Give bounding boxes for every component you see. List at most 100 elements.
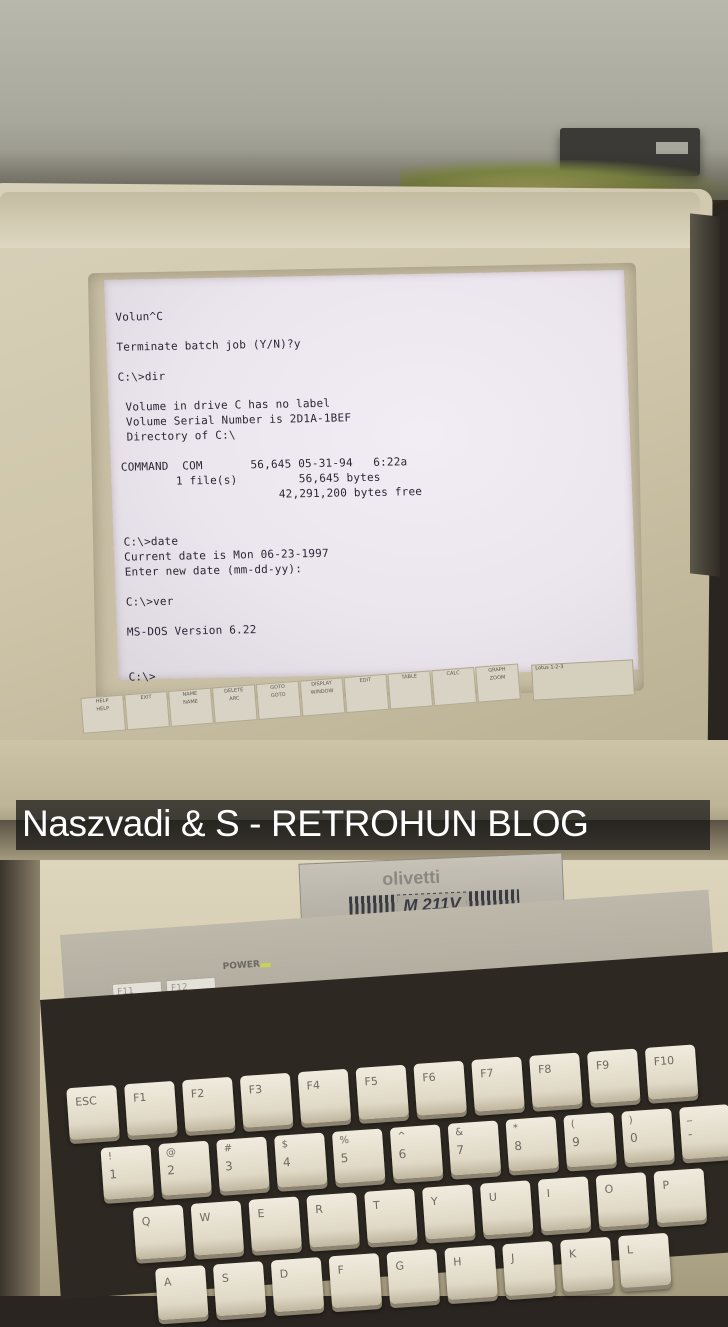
letter-key[interactable]: Y <box>422 1184 476 1240</box>
number-key[interactable]: ! 1 <box>100 1144 154 1201</box>
key-label: 9 <box>571 1134 581 1150</box>
key-label: 8 <box>513 1138 523 1154</box>
template-key-bottom-label: TABLE <box>401 673 418 681</box>
key-label: 6 <box>398 1146 407 1162</box>
template-key: TABLE <box>387 670 434 710</box>
key-label: E <box>256 1206 265 1221</box>
key-label: F <box>337 1263 345 1277</box>
key-shift-label: ! <box>107 1151 113 1163</box>
key-shift-label: & <box>454 1126 464 1139</box>
key-label: F7 <box>479 1066 494 1081</box>
number-key[interactable]: $4 <box>274 1132 328 1188</box>
letter-key[interactable]: F <box>328 1253 383 1309</box>
key-label: K <box>568 1247 577 1261</box>
number-key[interactable]: ^ 6 <box>389 1124 444 1180</box>
key-label: F6 <box>421 1070 437 1085</box>
letter-key[interactable]: H <box>444 1244 498 1301</box>
letter-key[interactable]: L <box>617 1232 672 1289</box>
key-label: 3 <box>224 1158 234 1174</box>
key-label: W <box>199 1210 211 1225</box>
key-label: F5 <box>364 1074 379 1089</box>
template-key-bottom-label: ARC <box>229 695 240 703</box>
key-6[interactable]: F6 <box>413 1060 467 1116</box>
number-key[interactable]: ) 0 <box>621 1108 675 1164</box>
keyboard: ESC F1 F2 F3 F4 F5 F6 F7 F8 F9 F10! 1 @2 #3 $4% 5 ^ 6 & 7 * 8… <box>40 951 728 1321</box>
template-key-bottom-label: NAME <box>182 698 199 706</box>
letter-key[interactable]: R <box>306 1192 360 1248</box>
number-key[interactable]: _ - <box>679 1104 728 1160</box>
key-label: F1 <box>132 1090 147 1105</box>
key-label: 7 <box>456 1142 465 1158</box>
letter-key[interactable]: Q <box>132 1204 187 1260</box>
key-shift-label: $ <box>281 1139 289 1151</box>
template-key: DISPLAY WINDOW <box>299 677 346 717</box>
key-shift-label: ( <box>570 1119 576 1131</box>
template-key-bottom-label: CALC <box>446 670 460 678</box>
letter-key[interactable]: K <box>560 1236 614 1293</box>
key-shift-label: ) <box>628 1114 634 1127</box>
letter-key[interactable]: G <box>386 1248 440 1305</box>
key-label: H <box>452 1255 463 1269</box>
base-left-edge <box>0 860 40 1296</box>
caption-text: Naszvadi & S - RETROHUN BLOG <box>22 803 589 844</box>
template-key: DELETE ARC <box>211 684 258 724</box>
key-label: 4 <box>282 1154 292 1170</box>
key-7[interactable]: F7 <box>471 1056 525 1112</box>
key-label: U <box>488 1190 498 1205</box>
lcd-screen: Volun^C Terminate batch job (Y/N)?y C:\>di… <box>104 270 639 684</box>
template-key-bottom-label: GOTO <box>270 691 286 699</box>
key-5[interactable]: F5 <box>355 1064 410 1121</box>
key-label: 2 <box>166 1163 176 1178</box>
power-led-icon <box>260 962 271 968</box>
template-key: HELP HELP <box>80 694 127 734</box>
letter-key[interactable]: W <box>190 1200 245 1256</box>
key-3[interactable]: F3 <box>239 1072 294 1129</box>
key-label: F10 <box>653 1053 675 1069</box>
power-label: POWER <box>222 959 261 973</box>
key-8[interactable]: F8 <box>529 1052 583 1108</box>
letter-key[interactable]: D <box>270 1257 325 1313</box>
number-key[interactable]: * 8 <box>505 1116 559 1172</box>
letter-key[interactable]: I <box>537 1176 592 1232</box>
laptop-lid-top-edge <box>0 192 700 248</box>
key-label: 1 <box>108 1167 118 1182</box>
key-4[interactable]: F4 <box>297 1068 352 1125</box>
letter-key[interactable]: A <box>155 1265 209 1321</box>
key-label: P <box>662 1178 670 1193</box>
template-key: EXIT <box>124 691 170 731</box>
number-key[interactable]: @2 <box>158 1140 212 1196</box>
key-label: ESC <box>74 1094 98 1109</box>
letter-key[interactable]: S <box>212 1261 267 1317</box>
template-key-bottom-label: EDIT <box>359 677 372 684</box>
key-label: I <box>546 1186 551 1201</box>
key-9[interactable]: F9 <box>586 1048 641 1104</box>
key-shift-label: % <box>339 1134 350 1147</box>
key-label: L <box>626 1243 634 1257</box>
letter-key[interactable]: U <box>479 1180 534 1236</box>
key-1[interactable]: F1 <box>124 1080 178 1137</box>
number-key[interactable]: #3 <box>216 1136 270 1192</box>
template-key-bottom-label: EXIT <box>140 694 152 702</box>
letter-key[interactable]: O <box>595 1172 650 1228</box>
key-10[interactable]: F10 <box>644 1044 699 1100</box>
letter-key[interactable]: P <box>653 1168 707 1224</box>
template-key-bottom-label: ZOOM <box>489 674 506 682</box>
letter-key[interactable]: T <box>364 1188 418 1244</box>
key-label: Q <box>141 1214 151 1229</box>
key-0[interactable]: ESC <box>66 1084 120 1141</box>
number-key[interactable]: (9 <box>563 1112 617 1168</box>
key-shift-label: * <box>512 1122 519 1135</box>
key-label: Y <box>430 1194 439 1209</box>
number-key[interactable]: % 5 <box>331 1128 386 1184</box>
key-label: A <box>163 1275 172 1290</box>
key-label: F8 <box>537 1062 552 1077</box>
letter-key[interactable]: J <box>502 1240 556 1297</box>
caption-banner: Naszvadi & S - RETROHUN BLOG <box>16 800 710 850</box>
letter-key[interactable]: E <box>248 1196 302 1252</box>
key-2[interactable]: F2 <box>181 1076 236 1133</box>
key-shift-label: @ <box>165 1146 177 1159</box>
template-key: GOTO GOTO <box>255 680 302 720</box>
number-key[interactable]: & 7 <box>447 1120 502 1176</box>
key-label: 5 <box>340 1150 349 1166</box>
key-label: F4 <box>306 1078 321 1093</box>
